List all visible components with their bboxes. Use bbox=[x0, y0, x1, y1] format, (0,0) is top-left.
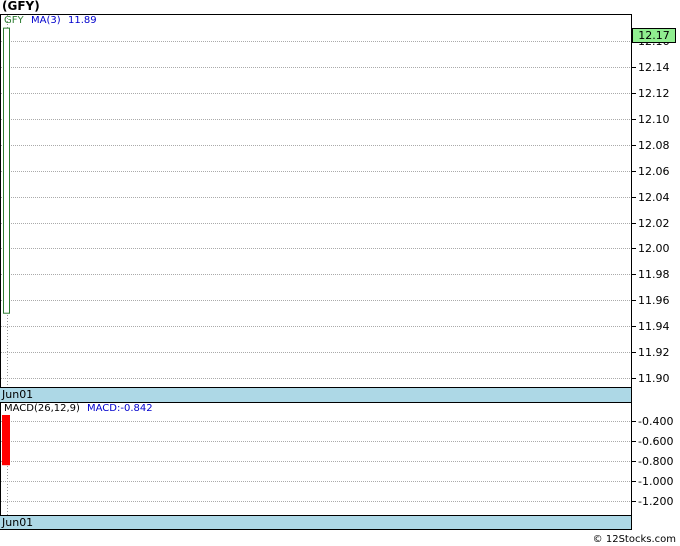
price-tick-label: 12.04 bbox=[638, 190, 670, 204]
price-tick-label: 11.92 bbox=[638, 345, 670, 359]
price-tick-label: 12.00 bbox=[638, 241, 670, 255]
price-tick-label: 11.90 bbox=[638, 371, 670, 385]
price-tick-label: 12.08 bbox=[638, 138, 670, 152]
price-candle bbox=[3, 27, 10, 314]
macd-tick-label: -1.000 bbox=[638, 474, 674, 488]
chart-stage: (GFY) GFY MA(3) 11.89 Jun01 MACD(26,12,9… bbox=[0, 0, 680, 546]
price-tick-label: 11.98 bbox=[638, 267, 670, 281]
copyright: © 12Stocks.com bbox=[592, 534, 676, 545]
price-tick-label: 12.14 bbox=[638, 60, 670, 74]
macd-tick-label: -0.600 bbox=[638, 434, 674, 448]
macd-bar bbox=[2, 415, 10, 466]
price-tick-label: 12.10 bbox=[638, 112, 670, 126]
price-tick-label: 12.02 bbox=[638, 216, 670, 230]
price-tick-label: 11.94 bbox=[638, 319, 670, 333]
price-tick-label: 12.12 bbox=[638, 86, 670, 100]
price-tick-label: 12.06 bbox=[638, 164, 670, 178]
price-tick-label: 11.96 bbox=[638, 293, 670, 307]
last-price-label: 12.17 bbox=[632, 28, 676, 43]
macd-tick-label: -0.800 bbox=[638, 454, 674, 468]
chart-svg bbox=[1, 14, 636, 530]
macd-tick-label: -0.400 bbox=[638, 414, 674, 428]
macd-tick-label: -1.200 bbox=[638, 494, 674, 508]
